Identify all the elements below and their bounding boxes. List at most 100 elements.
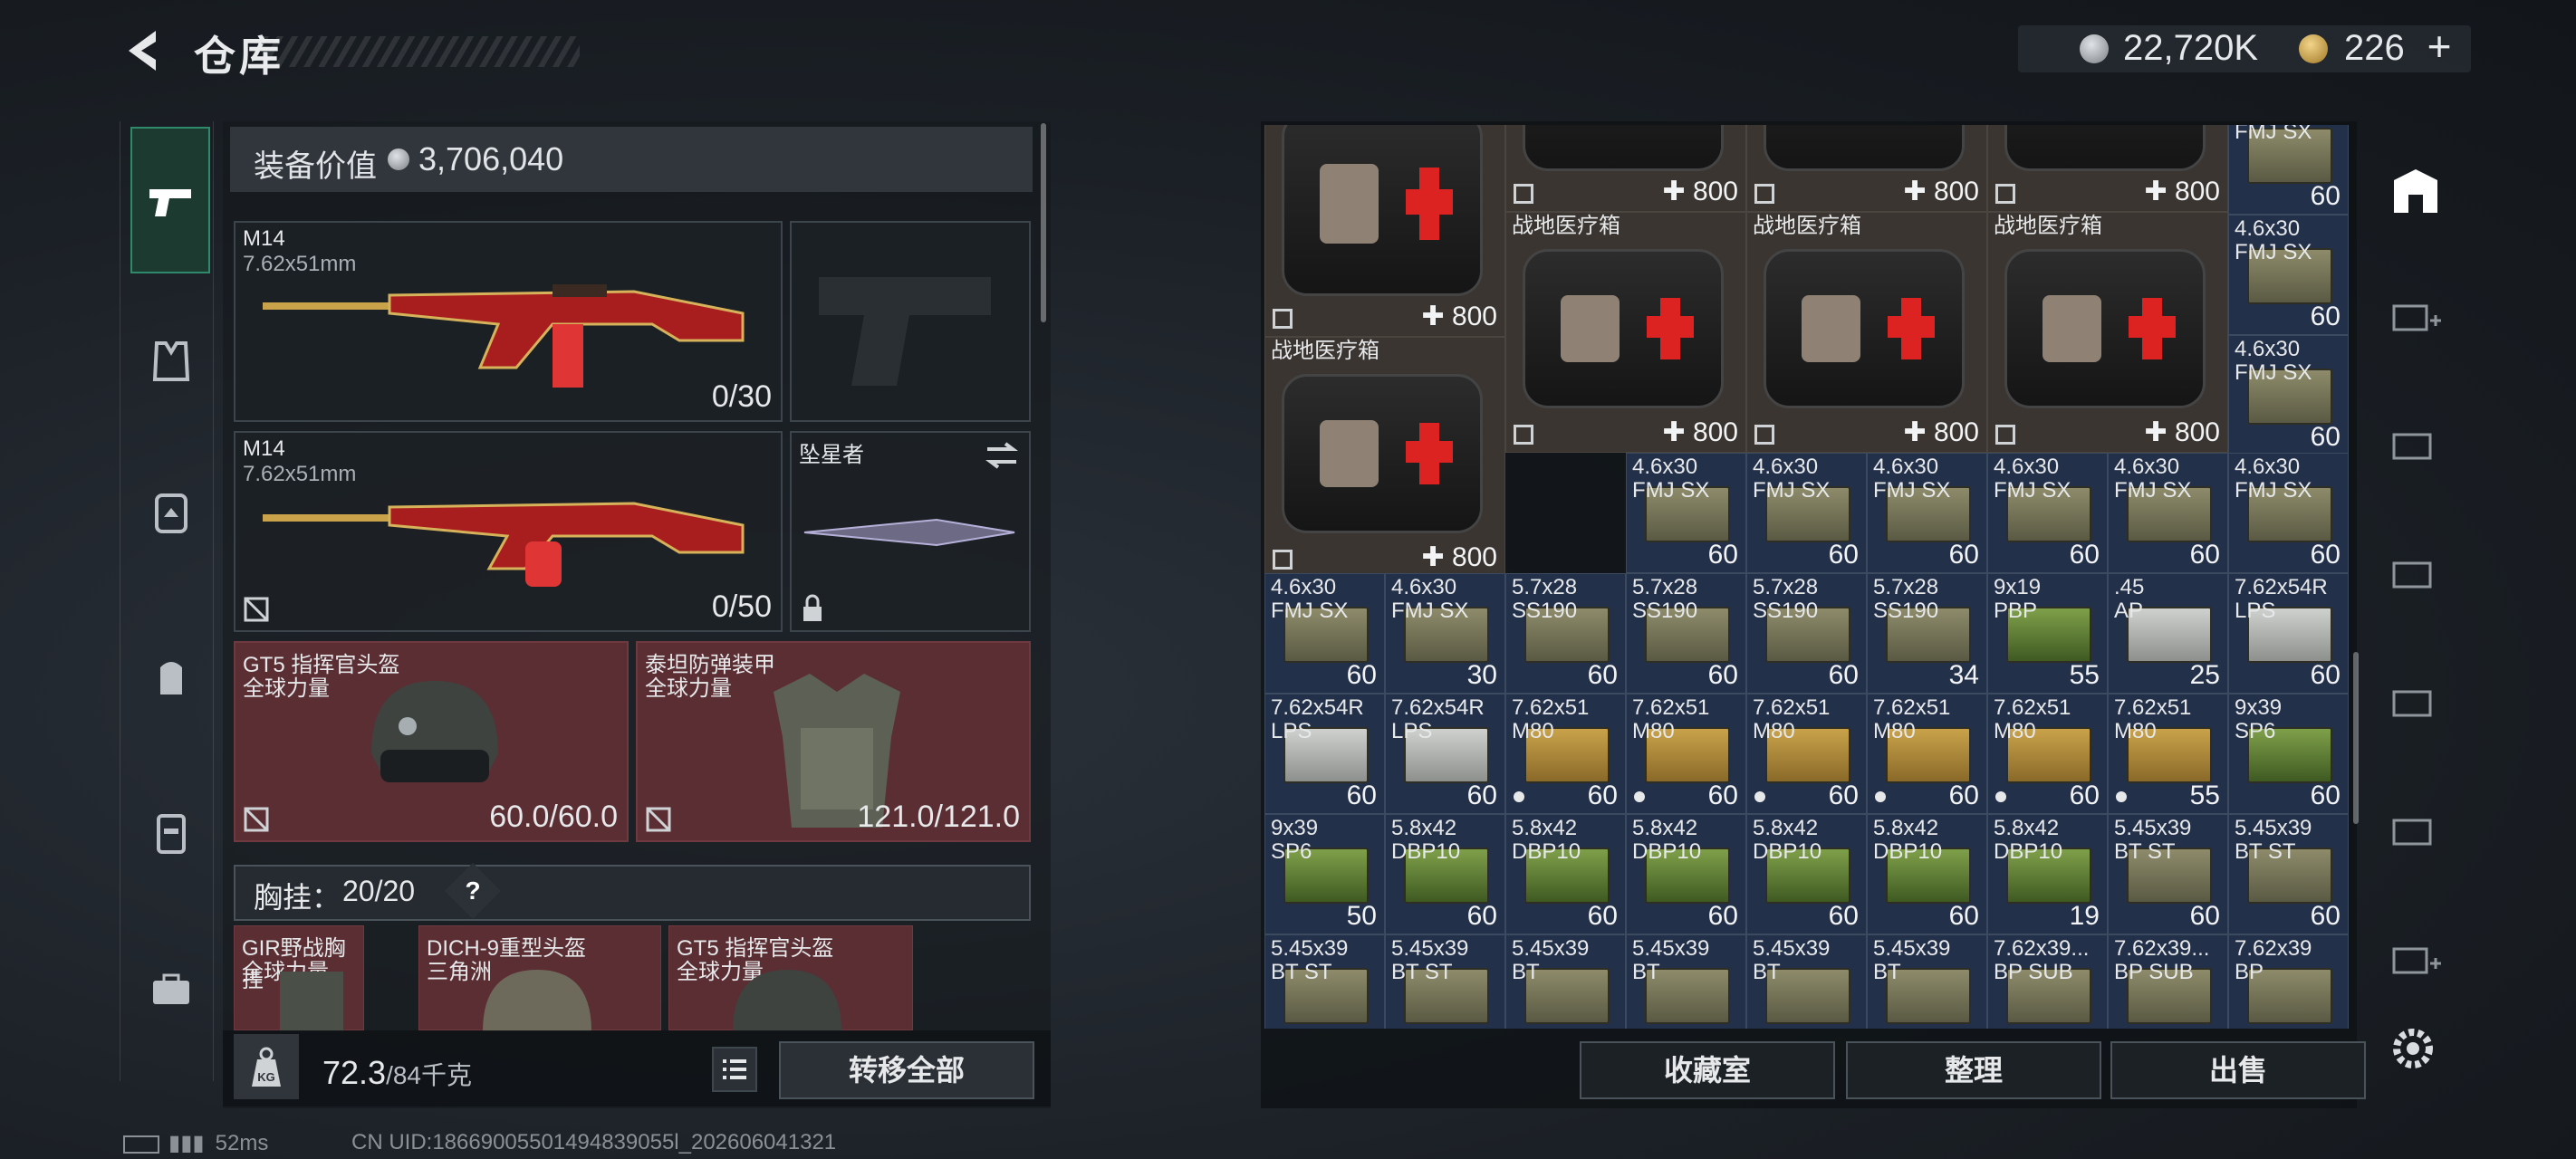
nav-toolbox[interactable] (132, 951, 210, 1029)
ammo-item[interactable]: 4.6x30 FMJ SX 60 (2228, 453, 2349, 573)
ammo-item[interactable]: .45 AP 25 (2108, 573, 2228, 694)
ammo-item[interactable]: 4.6x30 FMJ SX 60 (2228, 125, 2349, 215)
ammo-item[interactable]: 7.62x54R LPS 60 (2228, 573, 2349, 694)
ammo-item[interactable]: 5.7x28 SS190 34 (1867, 573, 1987, 694)
chest-item[interactable]: GIR野战胸挂 全球力量 (234, 925, 364, 1031)
stash-tab-1[interactable] (2375, 275, 2456, 357)
sort-button[interactable]: 整理 (1846, 1041, 2101, 1099)
ammo-item[interactable]: 4.6x30 FMJ SX 60 (2228, 215, 2349, 335)
carry-weight: 72.3/84千克 (322, 1054, 472, 1092)
ammo-item[interactable]: 5.8x42 DBP10 60 (1746, 814, 1867, 934)
battery-icon (123, 1135, 159, 1154)
ammo-item[interactable]: 9x39 SP6 50 (1264, 814, 1385, 934)
ammo-item[interactable]: 7.62x54R LPS 60 (1385, 694, 1505, 814)
ammo-item[interactable]: 4.6x30 FMJ SX 30 (1385, 573, 1505, 694)
loadout-scrollbar[interactable] (1041, 123, 1046, 322)
stash-tab-4[interactable] (2375, 661, 2456, 742)
ammo-item[interactable]: 5.8x42 DBP10 60 (1385, 814, 1505, 934)
ammo-item[interactable]: 5.45x39 BT ST (1385, 934, 1505, 1029)
ammo-item[interactable]: 5.8x42 DBP10 19 (1987, 814, 2108, 934)
nav-case[interactable] (132, 793, 210, 871)
medkit-item[interactable]: 战地医疗箱 ✚ 800 (1505, 212, 1746, 453)
list-view-button[interactable] (712, 1047, 757, 1092)
medkit-item[interactable]: 战地医疗箱 ✚ 800 (1987, 212, 2228, 453)
ammo-item[interactable]: 5.8x42 DBP10 60 (1505, 814, 1626, 934)
equipment-value-label: 装备价值 (254, 149, 377, 184)
ammo-item[interactable]: 5.8x42 DBP10 60 (1626, 814, 1746, 934)
nav-weapons[interactable] (132, 163, 210, 241)
ammo-item[interactable]: 4.6x30 FMJ SX 60 (2228, 335, 2349, 455)
item-name: 4.6x30 FMJ SX (2114, 455, 2192, 503)
sell-button[interactable]: 出售 (2110, 1041, 2366, 1099)
ammo-item[interactable]: 7.62x39 BP (2228, 934, 2349, 1029)
transfer-all-button[interactable]: 转移全部 (779, 1041, 1034, 1099)
stash-tab-5[interactable] (2375, 790, 2456, 871)
add-gold-button[interactable]: + (2418, 22, 2460, 71)
swap-icon[interactable] (984, 440, 1020, 471)
armor-slot[interactable]: 泰坦防弹装甲 全球力量 121.0/121.0 (636, 641, 1031, 842)
ammo-item[interactable]: 7.62x51 M80 60 (1987, 694, 2108, 814)
ammo-item[interactable]: 7.62x39... BP SUB (2108, 934, 2228, 1029)
ammo-item[interactable]: 7.62x51 M80 60 (1746, 694, 1867, 814)
ammo-item[interactable]: 4.6x30 FMJ SX 60 (1987, 453, 2108, 573)
item-count: 60 (1828, 901, 1859, 931)
ammo-item[interactable]: 5.8x42 DBP10 60 (1867, 814, 1987, 934)
ammo-item[interactable]: 5.7x28 SS190 60 (1746, 573, 1867, 694)
ammo-item[interactable]: 4.6x30 FMJ SX 60 (2108, 453, 2228, 573)
medkit-item[interactable]: ✚ 800 (1505, 125, 1746, 212)
item-count: 60 (1828, 660, 1859, 690)
ammo-item[interactable]: 5.45x39 BT (1867, 934, 1987, 1029)
ammo-item[interactable]: 7.62x51 M80 60 (1626, 694, 1746, 814)
ammo-item[interactable]: 7.62x51 M80 55 (2108, 694, 2228, 814)
ammo-item[interactable]: 7.62x51 M80 60 (1867, 694, 1987, 814)
back-arrow-icon[interactable] (120, 25, 170, 76)
ammo-item[interactable]: 5.45x39 BT (1746, 934, 1867, 1029)
stash-tab-3[interactable] (2375, 532, 2456, 614)
ammo-item[interactable]: 4.6x30 FMJ SX 60 (1626, 453, 1746, 573)
no-insure-icon (1273, 309, 1293, 329)
settings-gear-icon[interactable] (2386, 1021, 2440, 1076)
medkit-image (1523, 249, 1724, 408)
chest-rig-image (280, 972, 343, 1031)
collection-button[interactable]: 收藏室 (1580, 1041, 1835, 1099)
item-name: 4.6x30 FMJ SX (2235, 455, 2312, 503)
ammo-item[interactable]: 5.45x39 BT ST (1264, 934, 1385, 1029)
ammo-item[interactable]: 5.45x39 BT ST 60 (2228, 814, 2349, 934)
ammo-item[interactable]: 7.62x54R LPS 60 (1264, 694, 1385, 814)
medkit-item[interactable]: 战地医疗箱 ✚ 800 (1264, 337, 1505, 578)
primary-weapon-slot-2[interactable]: M14 7.62x51mm 0/50 (234, 431, 783, 632)
chest-item[interactable]: DICH-9重型头盔 三角洲 (418, 925, 661, 1031)
stash-tab-6[interactable] (2375, 918, 2456, 1000)
ammo-item[interactable]: 5.45x39 BT (1626, 934, 1746, 1029)
medkit-item[interactable]: 战地医疗箱 ✚ 800 (1746, 212, 1987, 453)
ammo-item[interactable]: 4.6x30 FMJ SX 60 (1746, 453, 1867, 573)
helmet-slot[interactable]: GT5 指挥官头盔 全球力量 60.0/60.0 (234, 641, 629, 842)
medkit-item[interactable]: ✚ 800 (1987, 125, 2228, 212)
medkit-item[interactable]: ✚ 800 (1746, 125, 1987, 212)
stash-scrollbar[interactable] (2353, 652, 2359, 824)
item-name: 7.62x54R LPS (1391, 695, 1485, 743)
ammo-item[interactable]: 5.7x28 SS190 60 (1505, 573, 1626, 694)
item-name: 5.45x39 BT (1512, 936, 1590, 984)
ammo-item[interactable]: 5.45x39 BT (1505, 934, 1626, 1029)
melee-slot[interactable]: 坠星者 (790, 431, 1031, 632)
primary-weapon-slot-1[interactable]: M14 7.62x51mm 0/30 (234, 221, 783, 422)
ammo-item[interactable]: 7.62x39... BP SUB (1987, 934, 2108, 1029)
help-button[interactable]: ? (453, 871, 493, 911)
nav-backpack[interactable] (132, 637, 210, 715)
medkit-item[interactable]: ✚ 800 (1264, 125, 1505, 337)
medkit-image (1523, 125, 1724, 171)
nav-armor[interactable] (132, 322, 210, 400)
ammo-item[interactable]: 7.62x51 M80 60 (1505, 694, 1626, 814)
ammo-item[interactable]: 4.6x30 FMJ SX 60 (1264, 573, 1385, 694)
ammo-item[interactable]: 4.6x30 FMJ SX 60 (1867, 453, 1987, 573)
chest-item[interactable]: GT5 指挥官头盔 全球力量 (668, 925, 913, 1031)
ammo-item[interactable]: 5.7x28 SS190 60 (1626, 573, 1746, 694)
stash-tab-2[interactable] (2375, 404, 2456, 485)
ammo-item[interactable]: 9x39 SP6 60 (2228, 694, 2349, 814)
ammo-item[interactable]: 9x19 PBP 55 (1987, 573, 2108, 694)
ammo-item[interactable]: 5.45x39 BT ST 60 (2108, 814, 2228, 934)
sidearm-slot[interactable] (790, 221, 1031, 422)
nav-chest-rig[interactable] (132, 474, 210, 552)
stash-tab-main[interactable] (2375, 150, 2456, 232)
